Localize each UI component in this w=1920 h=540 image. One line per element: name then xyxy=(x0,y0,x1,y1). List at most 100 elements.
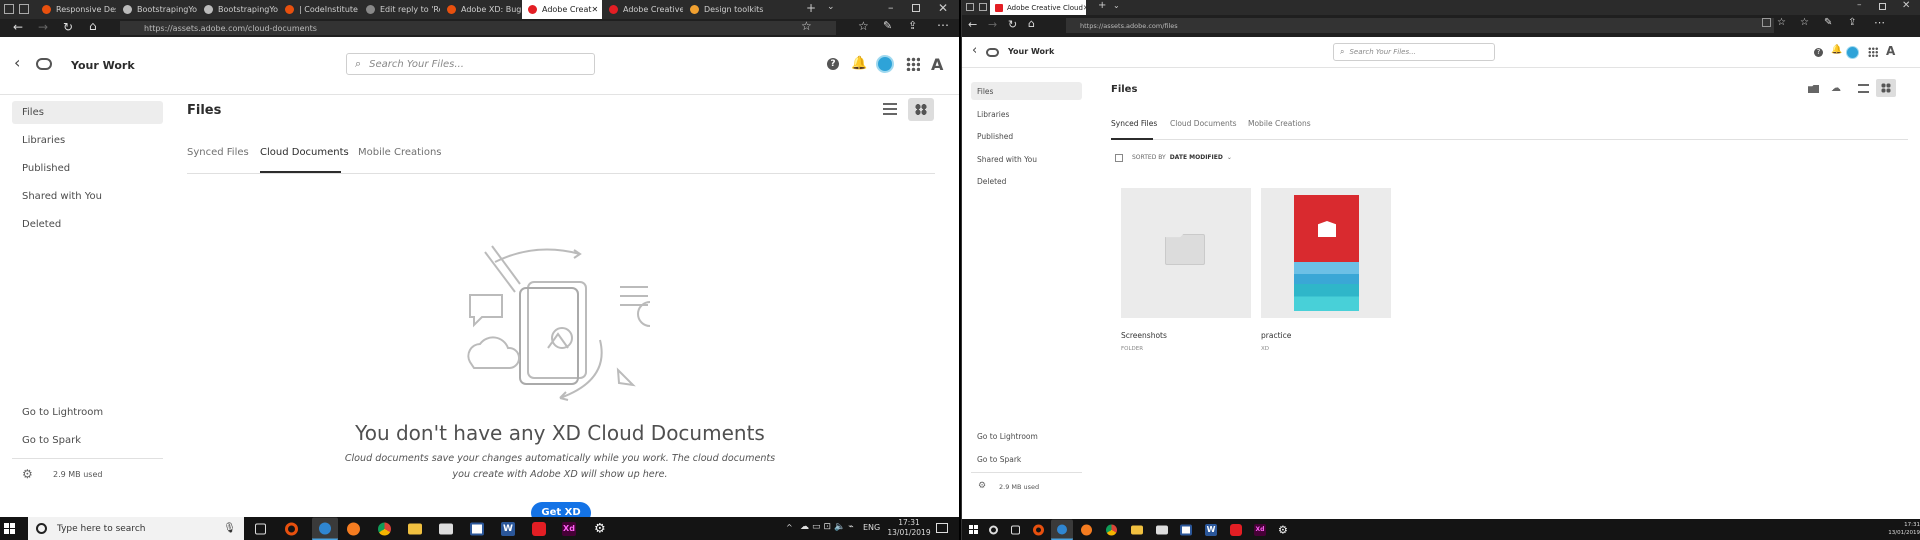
sidebar-item-published[interactable]: Published xyxy=(971,127,1082,145)
browser-tab[interactable]: Edit reply to 'Re: xyxy=(360,0,440,19)
maximize-icon[interactable] xyxy=(1879,3,1886,10)
firefox-app-icon[interactable] xyxy=(347,522,360,535)
chrome-app-icon[interactable] xyxy=(1106,524,1117,535)
set-aside-tabs-icon[interactable] xyxy=(979,3,987,11)
show-hidden-icons-chevron[interactable]: ^ xyxy=(786,523,793,532)
sidebar-item-libraries[interactable]: Libraries xyxy=(971,105,1082,123)
windows-start-icon[interactable] xyxy=(969,525,978,534)
sidebar-item-shared[interactable]: Shared with You xyxy=(12,185,163,208)
avatar[interactable] xyxy=(1846,46,1859,59)
tab-adobe-creative-cloud[interactable]: Adobe Creative Cloud ✕ xyxy=(990,0,1086,15)
back-arrow-icon[interactable]: ‹ xyxy=(972,43,977,58)
grid-view-button[interactable] xyxy=(1876,79,1896,97)
settings-gear-icon[interactable]: ⚙ xyxy=(978,481,986,491)
tab-mobile-creations[interactable]: Mobile Creations xyxy=(358,147,442,158)
address-bar[interactable]: https://assets.adobe.com/files xyxy=(1066,18,1774,33)
word-app-icon[interactable]: W xyxy=(1205,523,1217,536)
close-window-icon[interactable]: ✕ xyxy=(1902,0,1910,11)
home-icon[interactable]: ⌂ xyxy=(89,19,97,33)
browser-tab[interactable]: Adobe Creat ✕ xyxy=(522,0,602,19)
tab-actions-icon[interactable] xyxy=(4,4,14,14)
help-icon[interactable]: ? xyxy=(1814,48,1823,57)
go-to-lightroom-link[interactable]: Go to Lightroom xyxy=(12,401,163,424)
tab-synced-files[interactable]: Synced Files xyxy=(187,147,249,158)
close-tab-icon[interactable]: ✕ xyxy=(1083,4,1086,12)
browser-tab[interactable]: BootstrapingYo. xyxy=(198,0,278,19)
minimize-icon[interactable]: – xyxy=(888,1,894,14)
edge-app-icon[interactable] xyxy=(312,517,338,540)
go-to-lightroom-link[interactable]: Go to Lightroom xyxy=(971,427,1082,445)
language-indicator[interactable]: ENG xyxy=(863,523,880,532)
edge-app-icon[interactable] xyxy=(1051,519,1073,540)
microphone-icon[interactable]: 🎙 xyxy=(223,523,236,534)
action-center-icon[interactable] xyxy=(936,523,948,533)
item-name[interactable]: practice xyxy=(1261,331,1291,340)
apps-grid-icon[interactable] xyxy=(1868,47,1878,57)
mail-app-icon[interactable] xyxy=(439,523,453,534)
go-to-spark-link[interactable]: Go to Spark xyxy=(12,429,163,452)
select-all-checkbox[interactable] xyxy=(1115,154,1123,162)
adobe-cc-app-icon[interactable] xyxy=(1230,523,1242,536)
grid-view-button[interactable] xyxy=(908,98,934,121)
settings-app-icon[interactable]: ⚙ xyxy=(594,521,606,536)
taskbar-search-box[interactable]: Type here to search 🎙 xyxy=(28,517,244,540)
address-bar[interactable]: https://assets.adobe.com/cloud-documents xyxy=(120,21,836,35)
new-tab-icon[interactable]: + xyxy=(806,1,816,15)
settings-app-icon[interactable]: ⚙ xyxy=(1278,523,1288,536)
calendar-app-icon[interactable] xyxy=(470,522,484,535)
go-to-spark-link[interactable]: Go to Spark xyxy=(971,450,1082,468)
sidebar-item-shared[interactable]: Shared with You xyxy=(971,150,1082,168)
search-input[interactable]: ⌕ Search Your Files... xyxy=(346,53,595,75)
list-view-icon[interactable] xyxy=(883,103,897,115)
browser-tab[interactable]: | CodeInstitute xyxy=(279,0,359,19)
notifications-bell-icon[interactable]: 🔔 xyxy=(851,56,867,71)
tab-preview-chevron-icon[interactable]: ⌄ xyxy=(1113,1,1120,10)
list-view-icon[interactable] xyxy=(1858,84,1869,93)
clock[interactable]: 17:31 13/01/2019 xyxy=(1876,521,1920,537)
refresh-icon[interactable]: ↻ xyxy=(1008,18,1017,31)
tab-cloud-documents[interactable]: Cloud Documents xyxy=(260,147,349,158)
apps-grid-icon[interactable] xyxy=(906,57,920,71)
file-card-practice[interactable] xyxy=(1261,188,1391,318)
sidebar-item-deleted[interactable]: Deleted xyxy=(971,172,1082,190)
forward-icon[interactable]: → xyxy=(988,18,997,31)
tab-mobile-creations[interactable]: Mobile Creations xyxy=(1248,119,1311,128)
mail-app-icon[interactable] xyxy=(1156,525,1168,534)
close-window-icon[interactable]: ✕ xyxy=(938,1,948,15)
favorites-icon[interactable]: ☆ xyxy=(858,19,869,33)
forward-icon[interactable]: → xyxy=(38,20,48,34)
tray-icons[interactable]: ☁▭⊡🔈⌁ xyxy=(800,522,857,532)
maximize-icon[interactable] xyxy=(912,4,920,12)
adobe-cc-app-icon[interactable] xyxy=(532,521,546,536)
search-input[interactable]: ⌕ Search Your Files... xyxy=(1333,43,1495,61)
sidebar-item-files[interactable]: Files xyxy=(971,82,1082,100)
adobe-logo-icon[interactable]: A xyxy=(1886,44,1895,58)
upload-cloud-icon[interactable]: ☁ xyxy=(1831,83,1841,94)
avatar[interactable] xyxy=(876,55,894,73)
sort-control[interactable]: SORTED BY DATE MODIFIED ⌄ xyxy=(1132,154,1232,161)
adobe-xd-app-icon[interactable]: Xd xyxy=(1254,523,1266,536)
tab-preview-chevron-icon[interactable]: ⌄ xyxy=(827,2,835,12)
more-icon[interactable]: ⋯ xyxy=(937,18,949,32)
sidebar-item-deleted[interactable]: Deleted xyxy=(12,213,163,236)
share-icon[interactable]: ⇪ xyxy=(908,19,917,32)
back-icon[interactable]: ← xyxy=(968,18,977,31)
adobe-logo-icon[interactable]: A xyxy=(931,55,943,74)
browser-tab[interactable]: Adobe XD: Bugs xyxy=(441,0,521,19)
help-icon[interactable]: ? xyxy=(827,58,839,70)
back-arrow-icon[interactable]: ‹ xyxy=(14,53,20,72)
notes-icon[interactable]: ✎ xyxy=(1824,17,1832,28)
favorite-star-icon[interactable]: ☆ xyxy=(1777,17,1786,28)
favorites-icon[interactable]: ☆ xyxy=(1800,17,1809,28)
chrome-app-icon[interactable] xyxy=(378,522,391,535)
item-name[interactable]: Screenshots xyxy=(1121,331,1167,340)
folder-card-screenshots[interactable] xyxy=(1121,188,1251,318)
file-explorer-icon[interactable] xyxy=(1131,525,1143,534)
home-icon[interactable]: ⌂ xyxy=(1028,17,1035,30)
notes-icon[interactable]: ✎ xyxy=(883,19,892,32)
task-view-icon[interactable] xyxy=(1011,525,1020,534)
tab-synced-files[interactable]: Synced Files xyxy=(1111,119,1157,128)
sidebar-item-libraries[interactable]: Libraries xyxy=(12,129,163,152)
origin-app-icon[interactable] xyxy=(285,522,298,535)
back-icon[interactable]: ← xyxy=(13,20,23,34)
